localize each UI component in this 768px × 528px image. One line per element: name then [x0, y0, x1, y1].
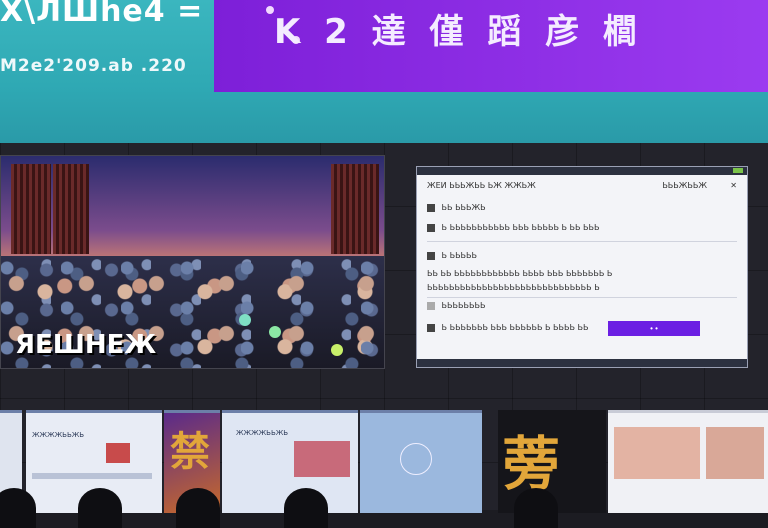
thumbnail-title: ЖЖЖЖЬЬЖЬ [236, 429, 289, 437]
sidebar-item-icon [427, 323, 435, 332]
logo-dot-icon [266, 6, 274, 14]
tower-right [331, 164, 379, 254]
list-item-label: Ь ЬЬЬЬЬЬЬ ЬЬЬ ЬЬЬЬЬЬ Ь ЬЬЬЬ ЬЬ [441, 323, 589, 332]
list-item-label: ЬЬЬЬЬЬЬЬ [441, 301, 486, 310]
thumbnail-row: ЖЖЖЖЬЬЖЬ 禁 ЖЖЖЖЬЬЖЬ 蒡 [0, 410, 768, 528]
list-item[interactable]: ЬЬ ЬЬЬЖЬ [427, 203, 737, 212]
headline-block: K 2 達 僅 蹈 彦 櫚 [214, 0, 768, 92]
list-item[interactable]: ЬЬ ЬЬ ЬЬЬЬЬЬЬЬЬЬЬЬ ЬЬЬЬ ЬЬЬ ЬЬЬЬЬЬЬ Ь [427, 269, 737, 278]
list-item[interactable]: Ь ЬЬЬЬЬЬЬ ЬЬЬ ЬЬЬЬЬЬ Ь ЬЬЬЬ ЬЬ [427, 323, 597, 332]
panel-top-label: ЖЕИ ЬЬЬЖЬЬ ЬЖ ЖЖЬЖ [427, 181, 536, 190]
list-item[interactable]: Ь ЬЬЬЬЬЬЬЬЬЬЬ ЬЬЬ ЬЬЬЬЬ Ь ЬЬ ЬЬЬ [427, 223, 737, 232]
panel-top-row: ЖЕИ ЬЬЬЖЬЬ ЬЖ ЖЖЬЖ ЬЬЬЖЬЬЖ ✕ [427, 181, 737, 190]
banner-subtitle: M2e2'209.ab .220 [0, 56, 187, 76]
ui-panel: ЖЕИ ЬЬЬЖЬЬ ЬЖ ЖЖЬЖ ЬЬЬЖЬЬЖ ✕ ЬЬ ЬЬЬЖЬ Ь … [416, 166, 748, 368]
headline-text: K 2 達 僅 蹈 彦 櫚 [274, 12, 644, 52]
thumbnail[interactable] [608, 410, 768, 513]
submit-button[interactable]: • • [608, 321, 700, 336]
list-item-label: ЬЬЬЬЬЬЬЬЬЬЬЬЬЬЬЬЬЬЬЬЬЬЬЬЬЬЬЬЬЬ Ь [427, 283, 600, 292]
sidebar-item-icon [427, 251, 435, 260]
sidebar-item-icon [427, 223, 435, 232]
banner-title: X\ЛШhe4 = [0, 0, 204, 29]
thumbnail-title: ЖЖЖЖЬЬЖЬ [32, 431, 85, 439]
panel-titlebar [417, 167, 747, 175]
balloon-icon [331, 344, 343, 356]
balloon-icon [269, 326, 281, 338]
list-item[interactable]: ЬЬЬЬЬЬЬЬ [427, 301, 737, 310]
list-item[interactable]: ЬЬЬЬЬЬЬЬЬЬЬЬЬЬЬЬЬЬЬЬЬЬЬЬЬЬЬЬЬЬ Ь [427, 283, 737, 292]
list-item[interactable]: Ь ЬЬЬЬЬ [427, 251, 737, 260]
window-controls-icon[interactable] [733, 168, 743, 173]
thumbnail-image [706, 427, 764, 479]
concert-screen: ЯЕШНЕЖ [0, 155, 385, 369]
list-item-label: Ь ЬЬЬЬЬ [441, 251, 478, 260]
thumbnail-glyph: 禁 [170, 429, 210, 475]
thumbnail[interactable] [360, 410, 482, 513]
panel-footer [417, 359, 747, 367]
panel-top-right-label[interactable]: ЬЬЬЖЬЬЖ [662, 181, 707, 190]
thumbnail-image [294, 441, 350, 477]
list-item-label: ЬЬ ЬЬ ЬЬЬЬЬЬЬЬЬЬЬЬ ЬЬЬЬ ЬЬЬ ЬЬЬЬЬЬЬ Ь [427, 269, 613, 278]
tower-left [11, 164, 51, 254]
sidebar-item-icon [427, 301, 435, 310]
close-icon[interactable]: ✕ [730, 181, 737, 190]
list-item-label: ЬЬ ЬЬЬЖЬ [441, 203, 486, 212]
thumbnail-image [106, 443, 130, 463]
screen-caption: ЯЕШНЕЖ [15, 330, 157, 360]
list-item-label: Ь ЬЬЬЬЬЬЬЬЬЬЬ ЬЬЬ ЬЬЬЬЬ Ь ЬЬ ЬЬЬ [441, 223, 600, 232]
top-banner: X\ЛШhe4 = M2e2'209.ab .220 K 2 達 僅 蹈 彦 櫚 [0, 0, 768, 143]
tower-left-2 [53, 164, 89, 254]
sidebar-item-icon [427, 203, 435, 212]
thumbnail-image [614, 427, 700, 479]
balloon-icon [239, 314, 251, 326]
